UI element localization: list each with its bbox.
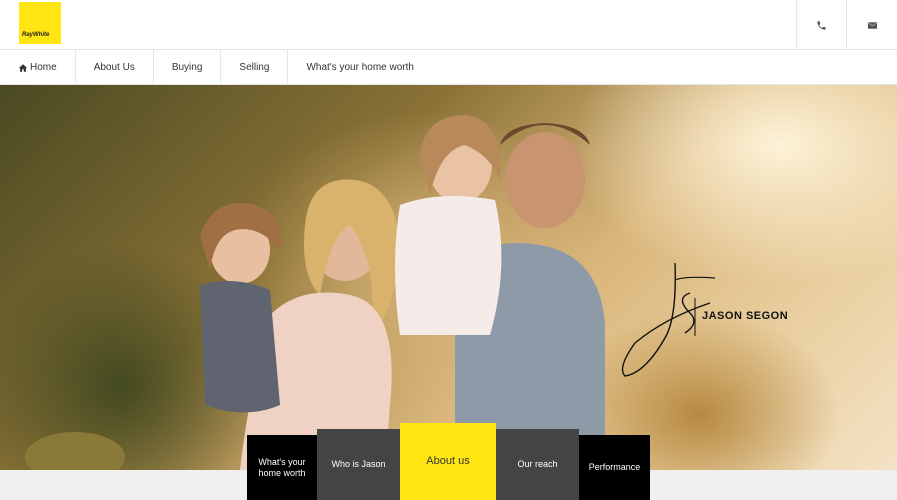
phone-button[interactable] xyxy=(796,0,846,50)
logo-text: RayWhite xyxy=(22,32,50,38)
tab-label: Our reach xyxy=(517,459,558,469)
nav-item-label: Buying xyxy=(171,62,203,73)
top-header: RayWhite xyxy=(0,0,897,50)
tab-home-worth[interactable]: What's your home worth xyxy=(247,435,317,500)
nav-item-selling[interactable]: Selling xyxy=(221,50,289,85)
envelope-icon xyxy=(867,21,877,29)
nav-item-label: Home xyxy=(30,62,57,73)
tab-label: Who is Jason xyxy=(331,459,386,469)
phone-icon xyxy=(817,20,826,30)
tab-our-reach[interactable]: Our reach xyxy=(496,429,579,500)
nav-item-label: Selling xyxy=(239,62,270,73)
nav-item-home-worth[interactable]: What's your home worth xyxy=(288,50,432,85)
tab-who-is-jason[interactable]: Who is Jason xyxy=(317,429,400,500)
email-button[interactable] xyxy=(846,0,897,50)
nav-item-label: What's your home worth xyxy=(306,62,414,73)
tab-label: Performance xyxy=(588,462,641,472)
main-nav: Home About Us Buying Selling What's your… xyxy=(0,50,897,85)
nav-item-about-us[interactable]: About Us xyxy=(76,50,154,85)
home-icon xyxy=(18,63,28,72)
tab-label: About us xyxy=(426,455,470,467)
tab-label: What's your home worth xyxy=(258,456,306,478)
signature-name: JASON SEGON xyxy=(702,310,789,322)
raywhite-logo[interactable]: RayWhite xyxy=(19,2,61,44)
nav-item-label: About Us xyxy=(93,62,135,73)
nav-item-home[interactable]: Home xyxy=(0,50,76,85)
tab-about-us[interactable]: About us xyxy=(400,423,496,500)
hero-banner: JASON SEGON xyxy=(0,85,897,470)
tab-performance[interactable]: Performance xyxy=(579,435,650,500)
nav-item-buying[interactable]: Buying xyxy=(154,50,222,85)
